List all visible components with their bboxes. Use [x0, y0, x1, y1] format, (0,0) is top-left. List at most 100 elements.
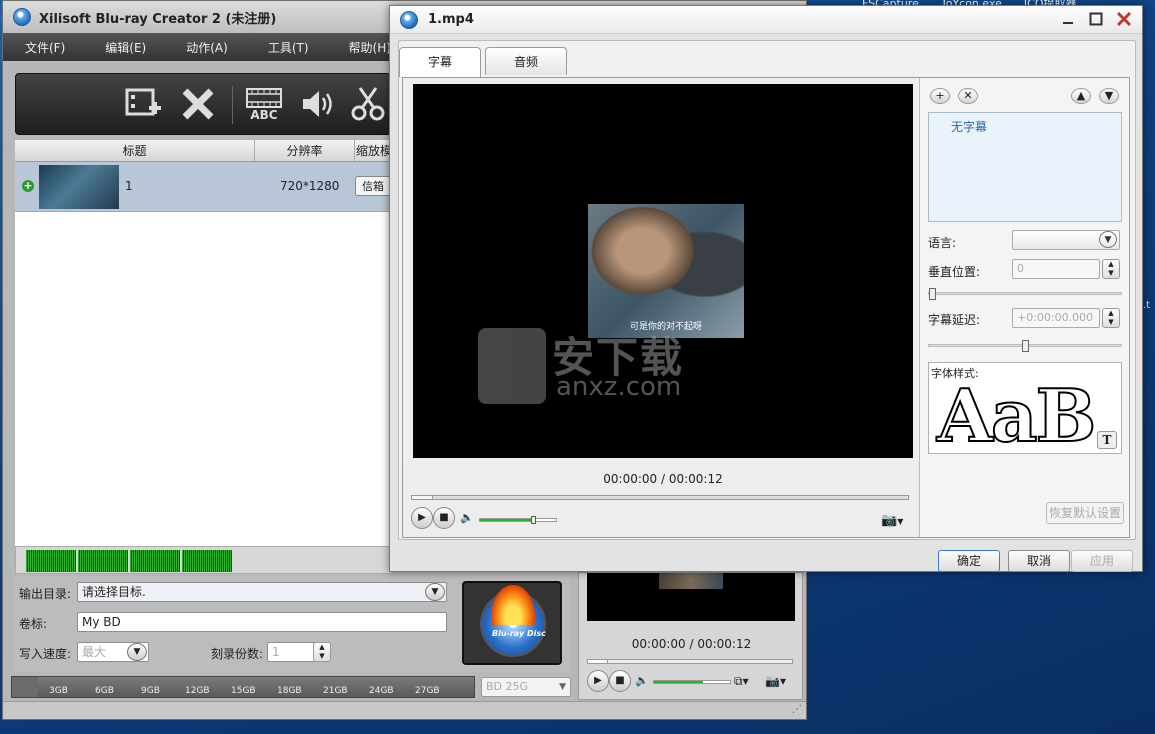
- file-list-header: 标题 分辨率 缩放模: [15, 140, 393, 162]
- delay-slider[interactable]: [928, 340, 1122, 352]
- disc-type-value: BD 25G: [486, 680, 529, 693]
- mini-volume-slider[interactable]: [653, 680, 731, 684]
- volume-label-field[interactable]: My BD: [77, 612, 447, 632]
- menu-file[interactable]: 文件(F): [25, 39, 65, 56]
- subtitle-settings-panel: + ✕ ▲ ▼ 无字幕 语言: ▼ 垂直位置: 0 ▲ ▼ 字幕延迟: +0:00…: [919, 78, 1129, 537]
- font-style-box: 字体样式: AaB T: [928, 362, 1122, 459]
- output-settings: 输出目录: 请选择目标. ▼ 卷标: My BD 写入速度: 最大 ▼ 刻录份数…: [15, 576, 570, 672]
- flame-icon: [491, 585, 535, 625]
- add-file-button[interactable]: [124, 84, 164, 124]
- camera-icon[interactable]: 📷▾: [765, 674, 786, 688]
- window-controls: [1058, 10, 1134, 28]
- burn-button[interactable]: Blu-ray Disc: [462, 581, 562, 665]
- capacity-tick: 6GB: [95, 686, 114, 696]
- mini-time: 00:00:00 / 00:00:12: [631, 637, 752, 651]
- font-button[interactable]: T: [1097, 431, 1117, 449]
- plus-icon: +: [935, 89, 945, 102]
- stop-button[interactable]: ■: [433, 507, 455, 529]
- main-window-title: Xilisoft Blu-ray Creator 2 (未注册): [39, 11, 277, 27]
- minimize-button[interactable]: [1058, 10, 1078, 28]
- player-controls: 00:00:00 / 00:00:12 ▶ ■ 🔈 📷▼: [403, 462, 923, 537]
- remove-subtitle-button[interactable]: ✕: [958, 88, 978, 104]
- table-row[interactable]: + 1 720*1280 信箱: [15, 162, 393, 212]
- row-zoom-select[interactable]: 信箱: [355, 176, 391, 196]
- list-item[interactable]: 无字幕: [951, 118, 987, 135]
- volume-icon[interactable]: 🔈: [460, 511, 474, 524]
- subtitle-tab-panel: 可是你的对不起呀 安下载 anxz.com 00:00:00 / 00:00:1…: [402, 77, 1130, 538]
- mini-video-frame: [659, 573, 723, 589]
- mini-seek-handle[interactable]: [588, 660, 608, 663]
- capacity-tick: 24GB: [369, 686, 394, 696]
- vpos-slider[interactable]: [928, 288, 1122, 300]
- add-subtitle-button[interactable]: +: [930, 88, 950, 104]
- toolbar-divider: [232, 86, 233, 124]
- delay-label: 字幕延迟:: [928, 313, 981, 327]
- reset-defaults-button[interactable]: 恢复默认设置: [1046, 502, 1124, 524]
- chevron-down-icon: ▼: [1099, 231, 1117, 248]
- row-resolution: 720*1280: [280, 179, 340, 193]
- vpos-slider-handle[interactable]: [929, 288, 936, 300]
- main-toolbar: ABC: [15, 73, 395, 135]
- subtitle-button[interactable]: ABC: [244, 84, 284, 124]
- move-down-button[interactable]: ▼: [1099, 88, 1119, 104]
- move-up-button[interactable]: ▲: [1071, 88, 1091, 104]
- chevron-down-icon[interactable]: ▼: [127, 643, 147, 661]
- dialog-title-bar[interactable]: 1.mp4: [390, 6, 1142, 34]
- menu-help[interactable]: 帮助(H): [349, 39, 391, 56]
- cancel-button[interactable]: 取消: [1008, 550, 1070, 572]
- audio-button[interactable]: [298, 84, 338, 124]
- mini-player: 00:00:00 / 00:00:12 ▶ ■ 🔈 ⧉▾ 📷▾: [578, 572, 803, 700]
- play-icon: ▶: [594, 675, 602, 686]
- snapshot-camera-icon[interactable]: 📷▼: [881, 513, 903, 528]
- file-list: + 1 720*1280 信箱: [15, 162, 393, 546]
- tab-audio[interactable]: 音频: [485, 47, 567, 75]
- play-button[interactable]: ▶: [411, 507, 433, 529]
- language-select[interactable]: ▼: [1012, 230, 1120, 250]
- video-frame: 可是你的对不起呀: [588, 204, 744, 338]
- mini-seek-bar[interactable]: [587, 659, 793, 664]
- close-button[interactable]: [1114, 10, 1134, 28]
- delay-field[interactable]: +0:00:00.000: [1012, 308, 1100, 328]
- aspect-icon[interactable]: ⧉▾: [734, 674, 749, 689]
- copies-stepper[interactable]: ▲ ▼: [313, 642, 331, 662]
- col-resolution[interactable]: 分辨率: [255, 140, 355, 161]
- mini-volume-icon[interactable]: 🔈: [635, 674, 649, 687]
- x-icon: ✕: [963, 89, 973, 102]
- vpos-stepper[interactable]: ▲ ▼: [1102, 259, 1120, 279]
- maximize-button[interactable]: [1086, 10, 1106, 28]
- menu-tools[interactable]: 工具(T): [268, 39, 309, 56]
- seek-bar[interactable]: [411, 495, 909, 500]
- mini-stop-button[interactable]: ■: [609, 670, 631, 692]
- app-logo-icon: [400, 10, 418, 29]
- capacity-tick: 15GB: [231, 686, 256, 696]
- chevron-up-icon: ▲: [1076, 89, 1086, 102]
- clip-button[interactable]: [348, 84, 388, 124]
- capacity-tick: 21GB: [323, 686, 348, 696]
- apply-button[interactable]: 应用: [1071, 550, 1133, 572]
- delay-stepper[interactable]: ▲ ▼: [1102, 308, 1120, 328]
- tab-subtitle[interactable]: 字幕: [399, 47, 481, 77]
- delay-slider-handle[interactable]: [1022, 340, 1029, 352]
- expand-plus-icon[interactable]: +: [22, 180, 34, 192]
- app-logo-icon: [13, 8, 31, 26]
- vpos-field[interactable]: 0: [1012, 259, 1100, 279]
- resize-grip-icon[interactable]: ⋰: [792, 704, 802, 715]
- volume-label-label: 卷标:: [19, 617, 48, 631]
- volume-slider[interactable]: [479, 516, 557, 524]
- volume-handle[interactable]: [531, 516, 536, 524]
- seek-handle[interactable]: [411, 495, 433, 500]
- output-dir-field[interactable]: 请选择目标.: [77, 582, 447, 602]
- chevron-down-icon[interactable]: ▼: [425, 583, 445, 601]
- remove-button[interactable]: [178, 84, 218, 124]
- video-preview: 可是你的对不起呀 安下载 anxz.com: [413, 84, 913, 458]
- col-title[interactable]: 标题: [15, 140, 255, 161]
- col-zoom[interactable]: 缩放模: [355, 140, 393, 161]
- mini-play-button[interactable]: ▶: [587, 670, 609, 692]
- video-thumbnail: [39, 165, 119, 209]
- menu-edit[interactable]: 编辑(E): [105, 39, 146, 56]
- maximize-icon: [1089, 12, 1103, 26]
- ok-button[interactable]: 确定: [938, 550, 1000, 572]
- menu-action[interactable]: 动作(A): [186, 39, 228, 56]
- video-frame-area: 可是你的对不起呀 安下载 anxz.com: [416, 132, 910, 408]
- disc-type-select[interactable]: BD 25G ▼: [481, 677, 571, 697]
